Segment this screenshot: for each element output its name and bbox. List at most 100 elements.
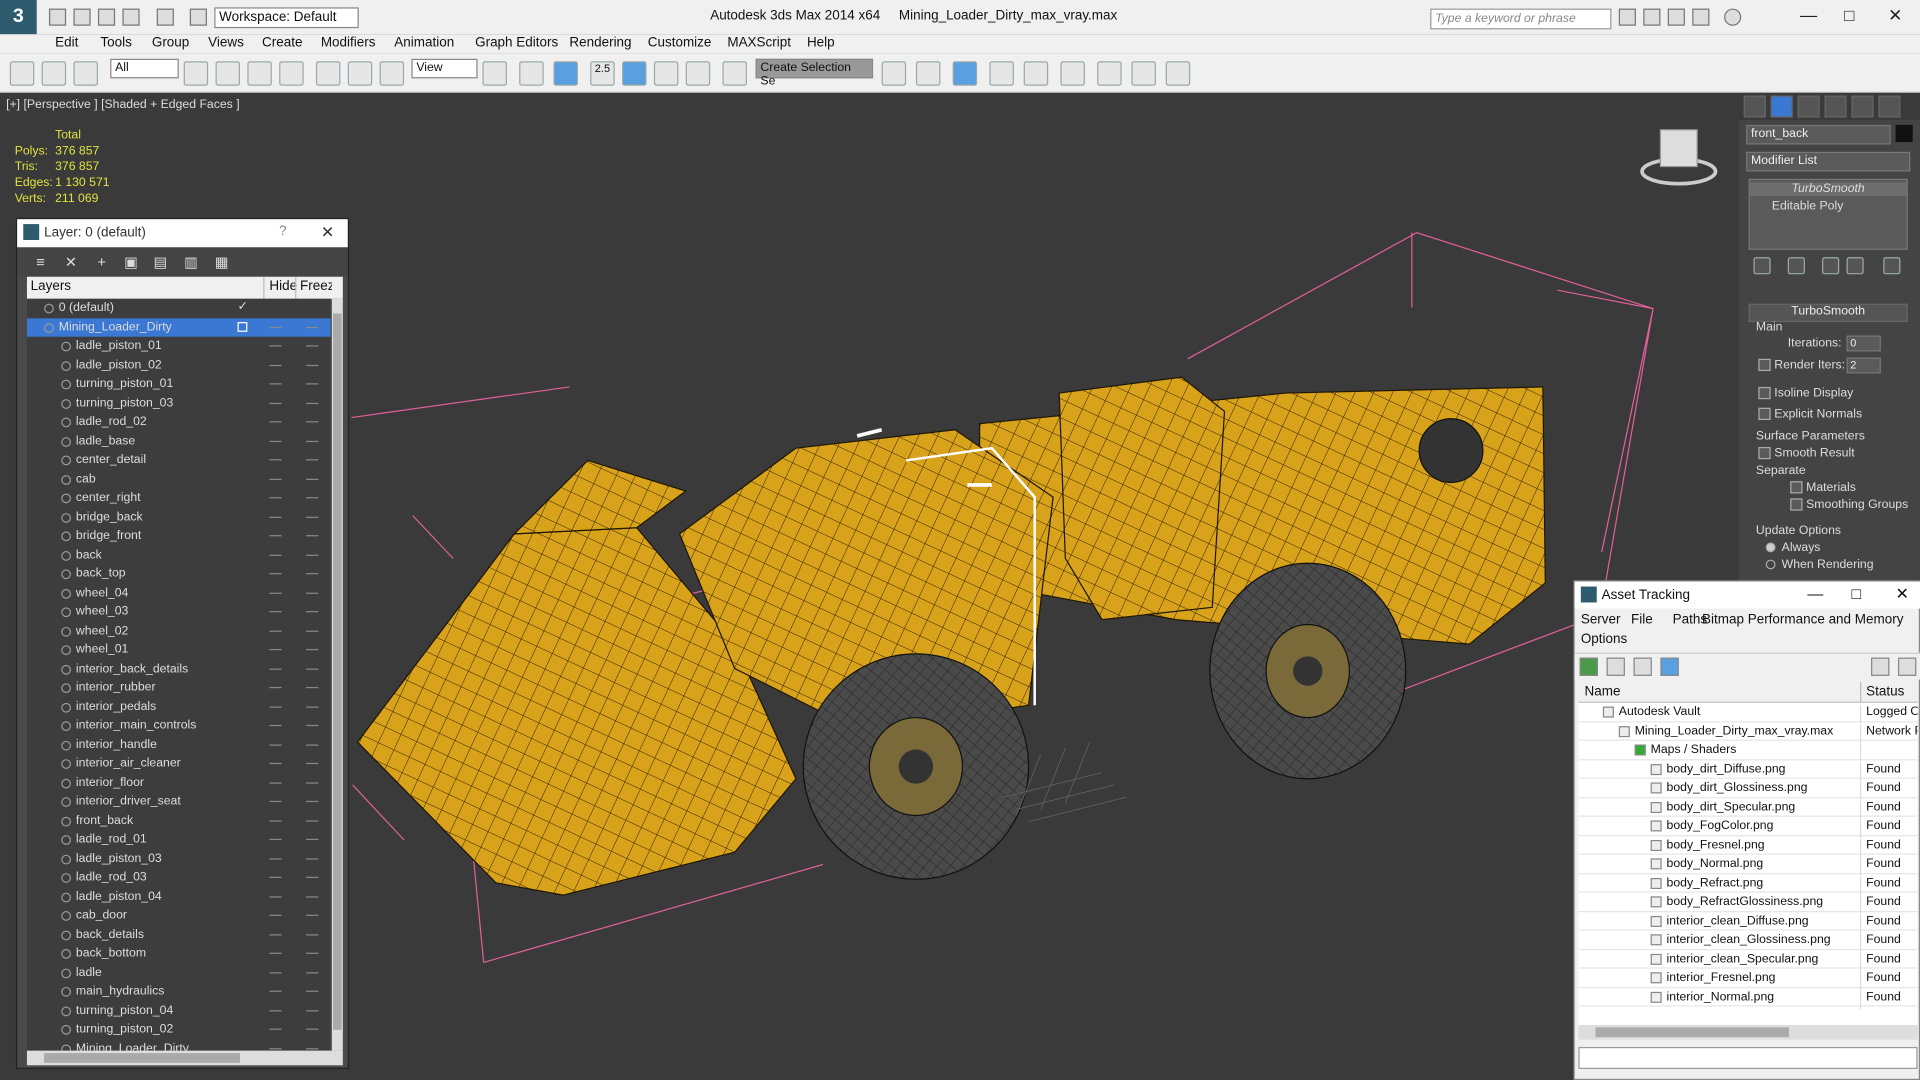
- asset-menu-bitmap-performance[interactable]: Bitmap Performance and Memory: [1702, 612, 1903, 627]
- layer-visibility-icon[interactable]: [44, 322, 54, 333]
- freeze-toggle[interactable]: [306, 895, 319, 897]
- layer-row[interactable]: cab: [27, 470, 331, 489]
- snap-toggle-icon[interactable]: 2.5: [590, 61, 615, 86]
- hide-all-icon[interactable]: ▥: [182, 253, 199, 270]
- minimize-icon[interactable]: —: [1800, 5, 1817, 25]
- layer-visibility-icon[interactable]: [61, 398, 72, 409]
- layer-visibility-icon[interactable]: [61, 778, 72, 788]
- layer-visibility-icon[interactable]: [61, 607, 72, 618]
- select-object-icon[interactable]: [183, 61, 209, 86]
- menu-tools[interactable]: Tools: [100, 36, 131, 51]
- hide-toggle[interactable]: [269, 421, 282, 423]
- asset-row[interactable]: body_FogColor.png Found: [1578, 817, 1918, 838]
- hide-toggle[interactable]: [269, 952, 282, 954]
- layer-visibility-icon[interactable]: [61, 436, 72, 447]
- hide-toggle[interactable]: [269, 326, 282, 328]
- asset-row[interactable]: body_Fresnel.png Found: [1578, 836, 1918, 857]
- freeze-toggle[interactable]: [306, 1009, 319, 1011]
- asset-horizontal-scrollbar[interactable]: [1578, 1024, 1918, 1040]
- stack-item-editable-poly[interactable]: Editable Poly: [1772, 200, 1843, 213]
- select-by-name-icon[interactable]: [215, 61, 241, 86]
- hide-toggle[interactable]: [269, 781, 282, 784]
- hide-toggle[interactable]: [269, 857, 282, 859]
- asset-row[interactable]: body_Normal.png Found: [1578, 855, 1918, 876]
- layer-row[interactable]: wheel_02: [27, 621, 331, 640]
- menu-graph-editors[interactable]: Graph Editors: [475, 36, 558, 51]
- layer-visibility-icon[interactable]: [61, 816, 72, 826]
- render-iters-checkbox[interactable]: [1758, 358, 1771, 372]
- asset-row[interactable]: Autodesk Vault Logged O: [1578, 703, 1918, 724]
- hide-toggle[interactable]: [269, 724, 282, 727]
- asset-menu-options[interactable]: Options: [1581, 632, 1627, 647]
- asset-row[interactable]: body_Refract.png Found: [1578, 874, 1918, 895]
- help-icon[interactable]: [1724, 8, 1742, 26]
- hide-toggle[interactable]: [269, 630, 282, 632]
- freeze-toggle[interactable]: [306, 592, 319, 594]
- hide-toggle[interactable]: [269, 459, 282, 461]
- freeze-toggle[interactable]: [306, 781, 319, 784]
- layer-row[interactable]: ladle_base: [27, 432, 331, 451]
- material-editor-icon[interactable]: [1097, 61, 1122, 86]
- mirror-icon[interactable]: [881, 61, 907, 86]
- layer-visibility-icon[interactable]: [61, 341, 72, 352]
- freeze-toggle[interactable]: [306, 573, 319, 575]
- selection-filter-dropdown[interactable]: All: [110, 58, 179, 79]
- asset-row[interactable]: interior_clean_Glossiness.png Found: [1578, 931, 1918, 952]
- asset-menu-file[interactable]: File: [1631, 612, 1653, 627]
- smoothing-groups-checkbox[interactable]: [1790, 498, 1803, 511]
- close-icon[interactable]: ✕: [1896, 584, 1909, 604]
- help-icon[interactable]: ?: [279, 224, 287, 239]
- layer-row[interactable]: Mining_Loader_Dirty: [26, 317, 331, 337]
- delete-layer-icon[interactable]: ✕: [62, 253, 79, 270]
- hide-toggle[interactable]: [269, 478, 282, 480]
- show-end-result-icon[interactable]: [1787, 257, 1805, 275]
- save-icon[interactable]: [97, 8, 116, 26]
- column-layers[interactable]: Layers: [31, 279, 71, 294]
- asset-row[interactable]: body_RefractGlossiness.png Found: [1578, 893, 1918, 914]
- layer-window-title-bar[interactable]: Layer: 0 (default) ? ✕: [17, 219, 348, 248]
- create-layer-icon[interactable]: ≡: [32, 253, 49, 270]
- settings-icon[interactable]: [1897, 657, 1917, 676]
- make-unique-icon[interactable]: [1822, 257, 1840, 275]
- hide-toggle[interactable]: [269, 383, 282, 385]
- percent-snap-icon[interactable]: [653, 61, 679, 86]
- freeze-toggle[interactable]: [306, 990, 319, 992]
- iterations-spinner[interactable]: 0: [1846, 335, 1881, 352]
- layer-visibility-icon[interactable]: [61, 664, 72, 675]
- layer-row[interactable]: interior_rubber: [27, 678, 331, 697]
- pin-stack-icon[interactable]: [1753, 257, 1771, 275]
- freeze-toggle[interactable]: [306, 345, 319, 347]
- column-status[interactable]: Status: [1860, 682, 1904, 703]
- named-selection-dropdown[interactable]: Create Selection Se: [755, 58, 874, 88]
- layer-row[interactable]: ladle_rod_02: [27, 413, 331, 432]
- window-crossing-icon[interactable]: [279, 61, 304, 86]
- layer-row[interactable]: front_back: [27, 811, 331, 830]
- freeze-toggle[interactable]: [306, 819, 319, 822]
- freeze-toggle[interactable]: [306, 876, 319, 878]
- layer-row[interactable]: wheel_04: [27, 583, 331, 602]
- move-icon[interactable]: [315, 61, 341, 86]
- hide-toggle[interactable]: [269, 686, 282, 689]
- layer-row[interactable]: bridge_front: [27, 527, 331, 546]
- layer-row[interactable]: interior_handle: [27, 735, 331, 754]
- reference-coordinate-dropdown[interactable]: View: [411, 58, 478, 79]
- unlink-icon[interactable]: [41, 61, 67, 86]
- freeze-toggle[interactable]: [306, 402, 319, 404]
- hide-toggle[interactable]: [269, 611, 282, 613]
- layer-visibility-icon[interactable]: [61, 379, 72, 390]
- bind-space-warp-icon[interactable]: [73, 61, 98, 86]
- layer-row[interactable]: turning_piston_03: [27, 394, 331, 413]
- layer-row[interactable]: ladle: [27, 963, 331, 982]
- freeze-toggle[interactable]: [306, 724, 319, 727]
- freeze-toggle[interactable]: [306, 440, 319, 442]
- layer-visibility-icon[interactable]: [61, 1043, 72, 1051]
- freeze-all-icon[interactable]: ▦: [213, 253, 230, 270]
- hide-toggle[interactable]: [269, 573, 282, 575]
- layer-visibility-icon[interactable]: [61, 835, 72, 845]
- table-view-icon[interactable]: [1633, 657, 1652, 676]
- curve-editor-icon[interactable]: [1023, 61, 1049, 86]
- hide-toggle[interactable]: [269, 819, 282, 822]
- freeze-toggle[interactable]: [306, 1047, 319, 1049]
- layer-visibility-icon[interactable]: [61, 645, 72, 656]
- modify-tab-icon[interactable]: [1770, 95, 1793, 118]
